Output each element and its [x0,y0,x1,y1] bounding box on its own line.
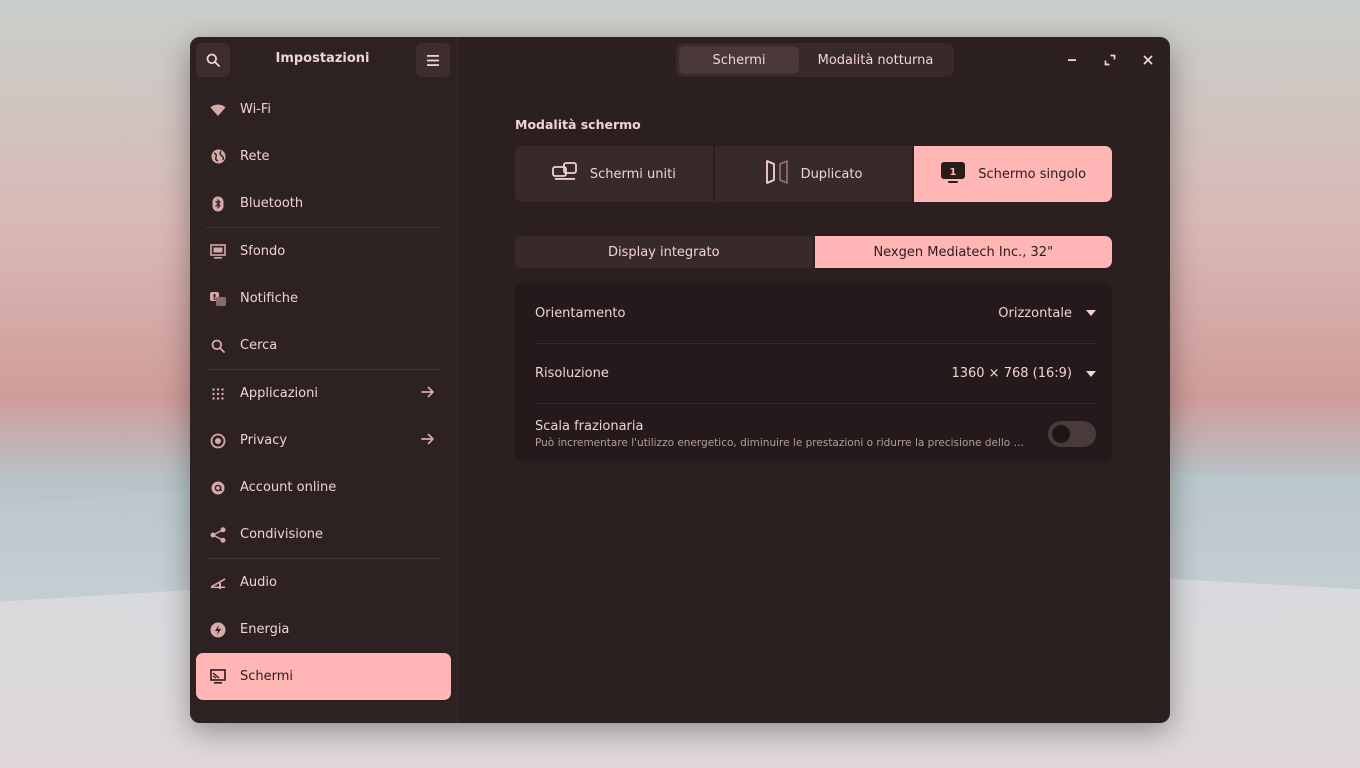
sidebar-item-rete[interactable]: Rete [196,133,451,180]
display-settings-content: Modalità schermo Schermi uniti Duplicato… [515,117,1112,463]
sidebar-item-label: Applicazioni [240,386,318,401]
minimize-button[interactable] [1061,49,1083,71]
sidebar-item-label: Notifiche [240,291,298,306]
sidebar-title: Impostazioni [275,51,370,66]
audio-icon [210,575,226,591]
monitor-settings-card: Orientamento Orizzontale Risoluzione 136… [515,283,1112,463]
mode-mirror-button[interactable]: Duplicato [712,146,913,202]
mirror-icon [765,159,789,189]
sidebar-item-cerca[interactable]: Cerca [196,322,451,369]
maximize-icon [1104,54,1116,66]
mode-join-displays-button[interactable]: Schermi uniti [515,146,713,202]
fractional-scaling-text: Scala frazionaria Può incrementare l'uti… [535,419,1027,449]
notifications-icon [210,291,226,307]
mode-label: Duplicato [800,166,863,182]
hamburger-menu-icon [427,54,439,66]
tab-modalita-notturna[interactable]: Modalità notturna [800,46,951,74]
fractional-scaling-label: Scala frazionaria [535,418,644,434]
wifi-icon [210,102,226,118]
minimize-icon [1068,59,1076,61]
dropdown-arrow-icon [1086,370,1096,377]
fractional-scaling-row[interactable]: Scala frazionaria Può incrementare l'uti… [535,403,1096,463]
header-bar: Schermi Modalità notturna [458,37,1170,83]
sidebar-item-label: Privacy [240,433,288,448]
monitor-selector: Display integrato Nexgen Mediatech Inc.,… [515,236,1112,268]
fractional-scaling-switch[interactable] [1048,420,1096,447]
switch-knob [1052,424,1070,443]
sidebar: Impostazioni Wi-Fi Rete Bluetooth Sfondo [190,37,458,723]
sidebar-item-label: Audio [240,575,277,590]
power-icon [210,622,226,638]
resolution-label: Risoluzione [535,366,609,381]
resolution-value: 1360 × 768 (16:9) [951,366,1072,381]
sidebar-item-energia[interactable]: Energia [196,606,451,653]
privacy-icon [210,433,226,449]
close-icon [1143,55,1153,65]
resolution-row[interactable]: Risoluzione 1360 × 768 (16:9) [535,343,1096,403]
mode-single-display-button[interactable]: 1 Schermo singolo [912,146,1112,202]
sidebar-item-label: Energia [240,622,290,637]
tab-schermi[interactable]: Schermi [679,46,799,74]
mode-label: Schermi uniti [589,166,676,182]
sidebar-item-condivisione[interactable]: Condivisione [196,511,451,558]
settings-window: Impostazioni Wi-Fi Rete Bluetooth Sfondo [190,37,1170,723]
orientation-dropdown[interactable]: Orizzontale [998,306,1096,321]
monitor-external-button[interactable]: Nexgen Mediatech Inc., 32" [812,236,1112,268]
join-displays-icon [551,162,578,186]
sidebar-item-applicazioni[interactable]: Applicazioni [196,370,451,417]
wallpaper-icon [210,244,226,260]
bluetooth-icon [210,196,226,212]
main-menu-button[interactable] [416,43,450,77]
display-icon [210,669,226,685]
search-icon [210,338,226,354]
sidebar-list: Wi-Fi Rete Bluetooth Sfondo Notifiche Ce… [196,86,451,700]
sidebar-header: Impostazioni [190,37,458,83]
sidebar-item-label: Schermi [240,669,294,684]
orientation-label: Orientamento [535,305,626,321]
fractional-scaling-description: Può incrementare l'utilizzo energetico, … [535,436,1027,449]
resolution-dropdown[interactable]: 1360 × 768 (16:9) [951,366,1096,381]
sidebar-item-label: Cerca [240,338,278,353]
sidebar-item-label: Account online [240,480,337,495]
orientation-value: Orizzontale [998,305,1072,321]
arrow-right-icon [421,385,435,403]
view-switcher: Schermi Modalità notturna [676,43,954,77]
sidebar-item-bluetooth[interactable]: Bluetooth [196,180,451,227]
search-button[interactable] [196,43,230,77]
share-icon [210,526,226,543]
display-mode-selector: Schermi uniti Duplicato 1 Schermo singol… [515,146,1112,202]
sidebar-item-label: Wi-Fi [240,102,272,117]
sidebar-item-label: Bluetooth [240,196,304,211]
single-display-icon: 1 [940,160,966,188]
sidebar-item-label: Sfondo [240,244,286,259]
sidebar-item-schermi[interactable]: Schermi [196,653,451,700]
svg-text:1: 1 [950,167,957,178]
orientation-row[interactable]: Orientamento Orizzontale [535,283,1096,343]
sidebar-item-sfondo[interactable]: Sfondo [196,228,451,275]
close-button[interactable] [1137,49,1159,71]
network-icon [210,149,226,165]
sidebar-item-notifiche[interactable]: Notifiche [196,275,451,322]
section-title: Modalità schermo [515,117,641,132]
dropdown-arrow-icon [1086,310,1096,316]
apps-grid-icon [210,386,226,402]
at-icon [210,480,226,496]
sidebar-item-account-online[interactable]: Account online [196,464,451,511]
maximize-button[interactable] [1099,49,1121,71]
sidebar-item-privacy[interactable]: Privacy [196,417,451,464]
arrow-right-icon [421,432,435,450]
sidebar-item-audio[interactable]: Audio [196,559,451,606]
search-icon [206,53,220,67]
monitor-builtin-button[interactable]: Display integrato [515,236,813,268]
sidebar-item-wifi[interactable]: Wi-Fi [196,86,451,133]
sidebar-item-label: Rete [240,149,270,164]
mode-label: Schermo singolo [978,166,1087,182]
sidebar-item-label: Condivisione [240,527,324,542]
